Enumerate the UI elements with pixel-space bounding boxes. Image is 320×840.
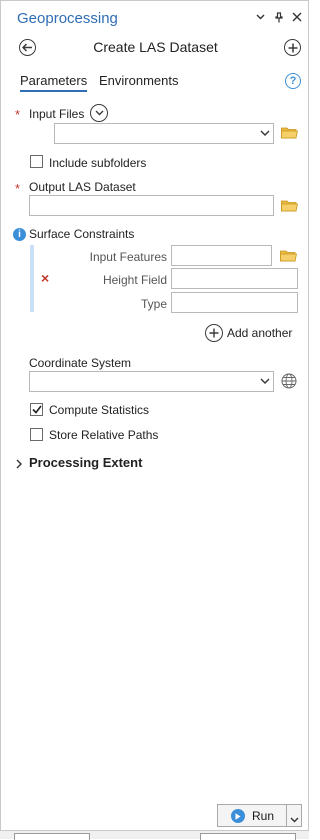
pane-title: Geoprocessing [17, 10, 118, 27]
pin-icon[interactable] [272, 9, 286, 25]
input-features-label: Input Features [89, 250, 167, 264]
chevron-down-icon[interactable] [253, 9, 267, 25]
folder-icon[interactable] [280, 249, 297, 265]
folder-icon[interactable] [281, 126, 298, 142]
split-divider [286, 805, 287, 826]
output-las-label: Output LAS Dataset [29, 180, 136, 194]
add-circle-icon [205, 324, 223, 342]
expand-chevron-icon[interactable] [90, 104, 108, 122]
chevron-down-icon [260, 378, 270, 384]
input-files-dropdown[interactable] [54, 123, 274, 144]
compute-statistics-checkbox[interactable] [30, 403, 43, 416]
help-icon[interactable]: ? [285, 73, 301, 89]
run-button[interactable]: Run [217, 804, 302, 827]
geoprocessing-pane: Geoprocessing Create LAS Dataset Paramet… [0, 0, 309, 830]
type-label: Type [140, 297, 167, 311]
remove-row-icon[interactable]: × [41, 270, 49, 286]
chevron-right-icon[interactable] [16, 458, 22, 472]
chevron-down-icon [260, 130, 270, 136]
include-subfolders-label: Include subfolders [49, 156, 147, 170]
input-features-input[interactable] [171, 245, 272, 266]
info-icon[interactable]: i [13, 228, 26, 241]
compute-statistics-label: Compute Statistics [49, 403, 150, 417]
surface-constraints-group-bar [30, 245, 34, 312]
required-marker: * [15, 107, 21, 122]
add-circle-icon[interactable] [284, 39, 301, 56]
run-label: Run [252, 809, 275, 823]
type-input[interactable] [171, 292, 298, 313]
input-files-label: Input Files [29, 107, 85, 121]
height-field-label: Height Field [102, 273, 167, 287]
coordinate-system-dropdown[interactable] [29, 371, 274, 392]
tool-title: Create LAS Dataset [93, 39, 218, 55]
globe-icon[interactable] [281, 373, 297, 392]
tab-environments[interactable]: Environments [99, 73, 178, 88]
processing-extent-header[interactable]: Processing Extent [29, 455, 142, 470]
include-subfolders-checkbox[interactable] [30, 155, 43, 168]
surface-constraints-label: Surface Constraints [29, 227, 135, 241]
coordinate-system-label: Coordinate System [29, 356, 132, 370]
store-relative-paths-checkbox[interactable] [30, 428, 43, 441]
tab-parameters[interactable]: Parameters [20, 73, 88, 92]
add-another-button[interactable]: Add another [205, 324, 292, 342]
folder-icon[interactable] [281, 199, 298, 215]
store-relative-paths-label: Store Relative Paths [49, 428, 159, 442]
bottom-tab-strip [0, 830, 309, 840]
checkmark-icon [31, 405, 42, 414]
add-another-label: Add another [227, 326, 293, 340]
height-field-input[interactable] [171, 268, 298, 289]
play-icon [231, 809, 245, 823]
required-marker: * [15, 181, 21, 196]
close-icon[interactable] [290, 9, 304, 25]
output-las-input[interactable] [29, 195, 274, 216]
chevron-down-icon[interactable] [290, 812, 299, 826]
